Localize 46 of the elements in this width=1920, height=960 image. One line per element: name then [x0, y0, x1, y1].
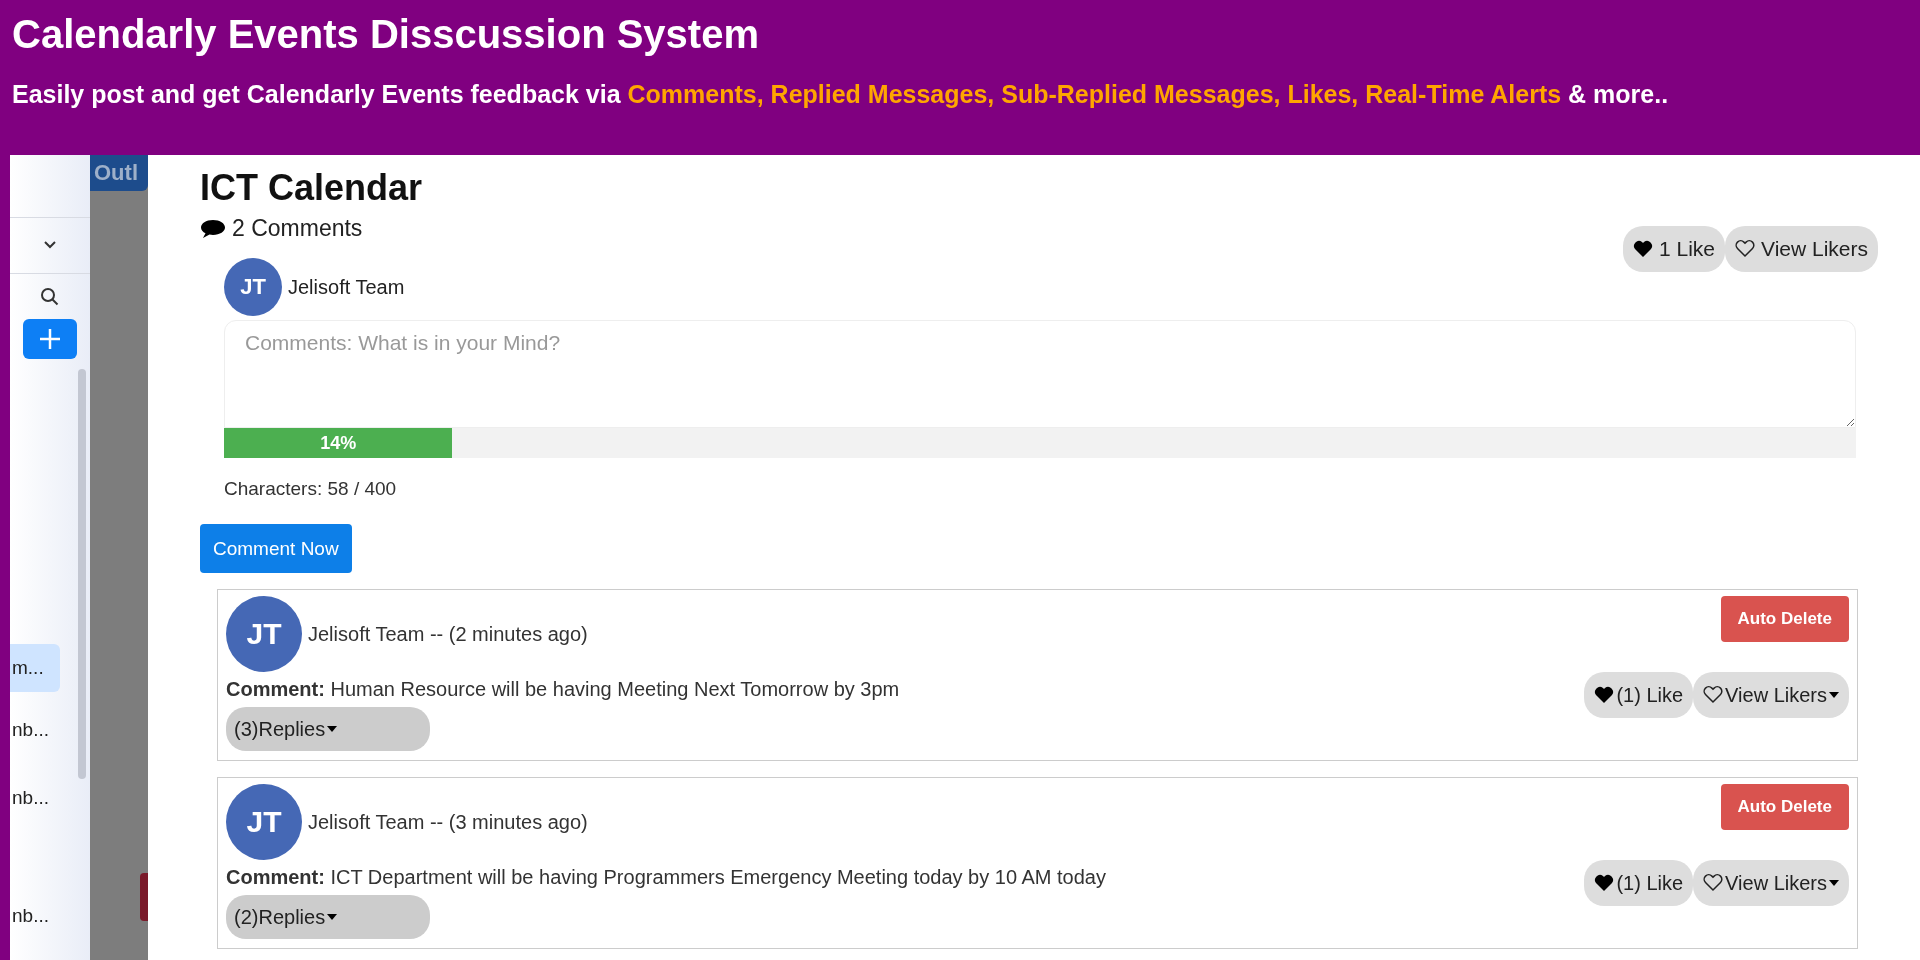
replies-dropdown[interactable]: (2)Replies [226, 895, 430, 939]
chevron-down-icon[interactable] [43, 240, 57, 251]
comment-field[interactable]: Comments: What is in your Mind? [224, 320, 1856, 428]
replies-dropdown[interactable]: (3)Replies [226, 707, 430, 751]
caret-icon [1829, 880, 1839, 886]
speech-bubble-icon [200, 217, 226, 240]
comment-text: Comment: ICT Department will be having Programmers Emergency Meeting today by 10 AM today [226, 866, 1106, 889]
caret-icon [327, 914, 338, 920]
event-title: ICT Calendar [200, 167, 423, 209]
heart-outline-icon [1703, 686, 1724, 704]
view-likers-dropdown[interactable]: View Likers [1693, 672, 1849, 718]
heart-outline-icon [1735, 240, 1755, 258]
sidebar-item[interactable]: m... [10, 644, 60, 692]
sidebar-item[interactable]: nb... [10, 774, 60, 822]
sidebar-item[interactable]: nb... [10, 892, 60, 940]
add-button[interactable] [23, 319, 77, 359]
avatar: JT [224, 258, 282, 316]
avatar: JT [226, 596, 302, 672]
view-likers-dropdown[interactable]: View Likers [1693, 860, 1849, 906]
comment-count: 2 Comments [232, 215, 363, 242]
comment-text: Comment: Human Resource will be having Meeting Next Tomorrow by 3pm [226, 678, 900, 701]
view-likers-button[interactable]: View Likers [1725, 226, 1878, 272]
auto-delete-button[interactable]: Auto Delete [1720, 596, 1849, 642]
like-button[interactable]: (1) Like [1584, 672, 1694, 718]
search-icon[interactable] [40, 286, 60, 307]
heart-icon [1632, 240, 1653, 258]
caret-icon [1829, 692, 1839, 698]
background-marker [140, 873, 148, 921]
avatar: JT [226, 784, 302, 860]
comment-byline: Jelisoft Team -- (2 minutes ago) [308, 622, 588, 646]
heart-outline-icon [1703, 874, 1724, 892]
author-name: Jelisoft Team [288, 275, 405, 299]
heart-icon [1594, 686, 1615, 704]
sidebar-item[interactable]: nb... [10, 706, 60, 754]
character-count: Characters: 58 / 400 [224, 478, 398, 500]
progress-fill: 14% [224, 428, 453, 458]
comment-now-button[interactable]: Comment Now [200, 524, 352, 573]
scrollbar[interactable] [78, 369, 86, 779]
like-button[interactable]: 1 Like [1622, 226, 1725, 272]
site-title: Calendarly Events Disscussion System [12, 11, 760, 58]
tagline: Easily post and get Calendarly Events feedback via Comments, Replied Messages, Sub-Replied Messages, Likes, Real-Time Alerts & more.. [12, 80, 1670, 109]
like-button[interactable]: (1) Like [1584, 860, 1694, 906]
auto-delete-button[interactable]: Auto Delete [1720, 784, 1849, 830]
heart-icon [1594, 874, 1615, 892]
caret-icon [327, 726, 338, 732]
comment-byline: Jelisoft Team -- (3 minutes ago) [308, 810, 588, 834]
